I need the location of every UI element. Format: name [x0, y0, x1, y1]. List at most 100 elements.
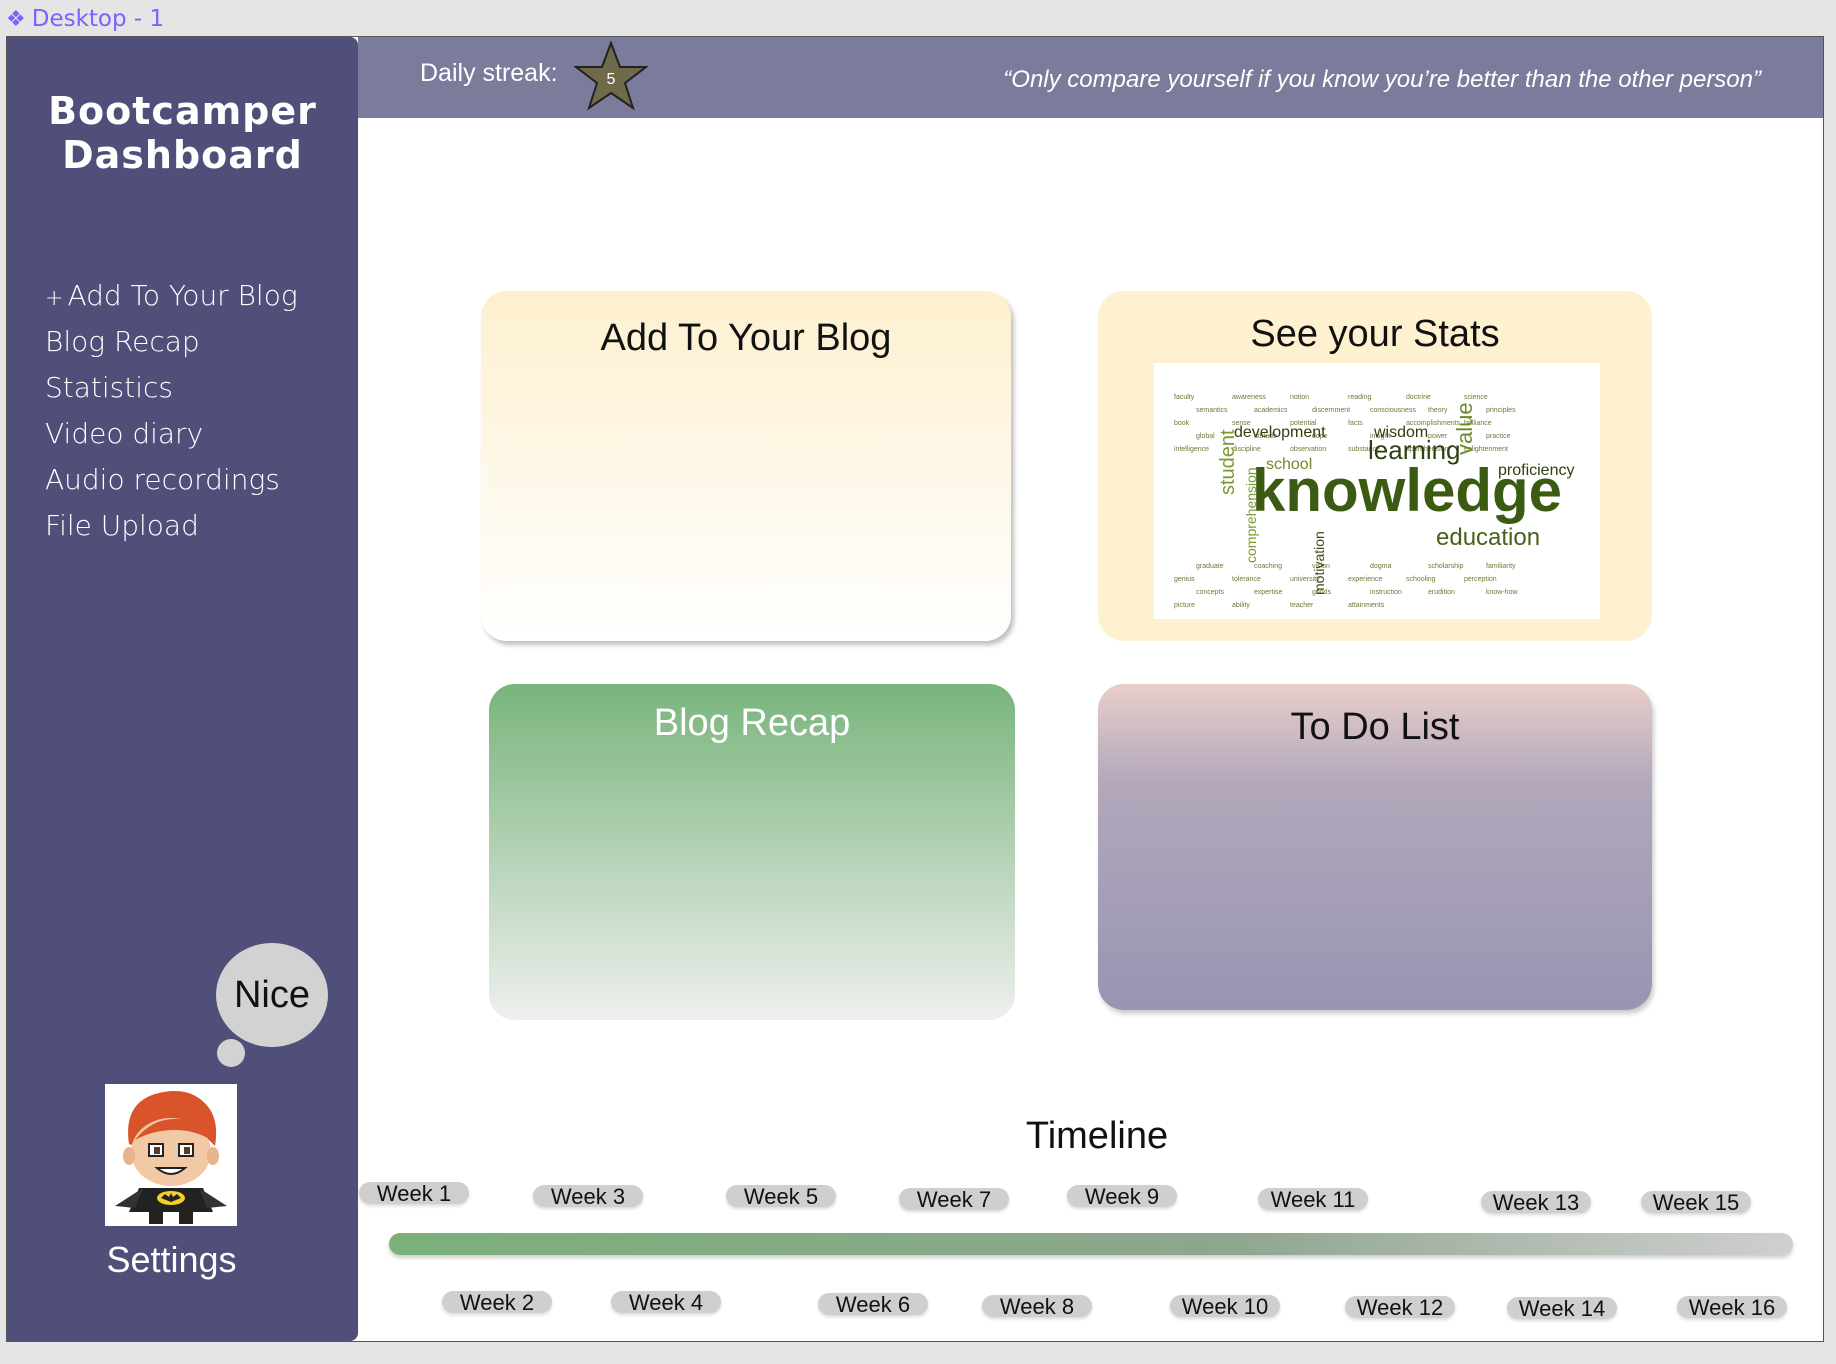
card-title: Blog Recap	[653, 702, 851, 744]
timeline-week-8[interactable]: Week 8	[982, 1295, 1092, 1319]
word-cloud-small-word: familiarity	[1486, 563, 1516, 570]
app-title: Bootcamper Dashboard	[48, 89, 317, 177]
word-cloud-small-word: dogma	[1370, 563, 1392, 570]
word-school: school	[1266, 456, 1312, 473]
timeline-week-4[interactable]: Week 4	[611, 1291, 721, 1315]
word-development: development	[1234, 424, 1326, 441]
word-student: student	[1217, 429, 1239, 495]
word-cloud-small-word: genius	[1174, 576, 1195, 583]
avatar[interactable]	[105, 1084, 237, 1226]
card-title: Add To Your Blog	[600, 317, 892, 359]
word-cloud-small-word: semantics	[1196, 407, 1228, 414]
word-cloud-small-word: coaching	[1254, 563, 1282, 570]
frame-label: ❖ Desktop - 1	[6, 6, 164, 32]
component-icon: ❖	[6, 7, 26, 32]
word-proficiency: proficiency	[1498, 462, 1574, 479]
word-cloud-small-word: know-how	[1486, 589, 1518, 596]
plus-icon: +	[45, 286, 64, 311]
word-cloud-svg: faculty awareness notion reading doctrine sci…	[1174, 394, 1574, 609]
cartoon-avatar-icon	[115, 1091, 227, 1224]
word-cloud-small-word: global	[1196, 433, 1215, 440]
add-to-blog-card[interactable]: Add To Your Blog	[481, 291, 1011, 641]
word-comprehension: comprehension	[1243, 467, 1259, 563]
word-cloud-small-word: erudition	[1428, 589, 1455, 596]
word-wisdom: wisdom	[1373, 424, 1428, 441]
word-cloud-small-word: theory	[1428, 407, 1448, 414]
timeline-week-13[interactable]: Week 13	[1481, 1191, 1591, 1215]
word-cloud-small-word: graduate	[1196, 563, 1224, 570]
word-cloud-small-word: principles	[1486, 407, 1516, 414]
word-cloud-small-word: faculty	[1174, 394, 1195, 401]
header-bar: Daily streak: 5 “Only compare yourself i…	[358, 37, 1823, 118]
todo-list-card[interactable]: To Do List	[1098, 684, 1652, 1010]
speech-bubble: Nice	[216, 943, 328, 1047]
word-cloud-small-word: academics	[1254, 407, 1288, 414]
word-cloud-small-word: perception	[1464, 576, 1497, 583]
sidebar-item-video-diary[interactable]: Video diary	[45, 411, 298, 457]
timeline-week-6[interactable]: Week 6	[818, 1293, 928, 1317]
word-cloud-small-word: observation	[1290, 446, 1326, 453]
word-cloud-small-word: picture	[1174, 602, 1195, 609]
timeline-week-5[interactable]: Week 5	[726, 1185, 836, 1209]
word-cloud-small-word: schooling	[1406, 576, 1436, 583]
motivational-quote: “Only compare yourself if you know you’r…	[1003, 66, 1761, 93]
word-cloud-small-word: doctrine	[1406, 394, 1431, 401]
sidebar-item-add-to-your-blog[interactable]: + Add To Your Blog	[45, 273, 298, 319]
timeline-week-15[interactable]: Week 15	[1641, 1191, 1751, 1215]
desktop-frame: Bootcamper Dashboard + Add To Your Blog B…	[6, 36, 1824, 1342]
word-cloud-small-word: consciousness	[1370, 407, 1416, 414]
timeline-week-1[interactable]: Week 1	[359, 1182, 469, 1206]
word-value: value	[1452, 402, 1477, 455]
timeline-title: Timeline	[1025, 1115, 1169, 1157]
card-title: To Do List	[1290, 706, 1460, 748]
timeline-bar	[389, 1233, 1793, 1255]
word-cloud-small-word: concepts	[1196, 589, 1225, 596]
word-cloud-small-word: reading	[1348, 394, 1371, 401]
word-cloud-small-word: ability	[1232, 602, 1250, 609]
sidebar-item-file-upload[interactable]: File Upload	[45, 503, 298, 549]
timeline-week-7[interactable]: Week 7	[899, 1188, 1009, 1212]
word-cloud-small-word: teacher	[1290, 602, 1314, 609]
word-cloud-small-word: attainments	[1348, 602, 1385, 609]
settings-link[interactable]: Settings	[7, 1239, 336, 1281]
word-cloud-small-word: intelligence	[1174, 446, 1209, 453]
word-cloud-image: faculty awareness notion reading doctrine sci…	[1154, 363, 1600, 619]
sidebar-item-label: Add To Your Blog	[67, 279, 298, 312]
word-cloud-small-word: science	[1464, 394, 1488, 401]
daily-streak-label: Daily streak:	[420, 59, 558, 87]
word-cloud-small-word: practice	[1486, 433, 1511, 440]
timeline-week-11[interactable]: Week 11	[1258, 1188, 1368, 1212]
word-cloud-small-word: instruction	[1370, 589, 1402, 596]
timeline-week-14[interactable]: Week 14	[1507, 1297, 1617, 1321]
timeline-week-2[interactable]: Week 2	[442, 1291, 552, 1315]
word-cloud-small-word: awareness	[1232, 394, 1266, 401]
sidebar-item-blog-recap[interactable]: Blog Recap	[45, 319, 298, 365]
word-education: education	[1436, 524, 1540, 551]
word-cloud-small-word: expertise	[1254, 589, 1283, 596]
word-motivation: motivation	[1311, 531, 1327, 595]
timeline-week-16[interactable]: Week 16	[1677, 1296, 1787, 1320]
daily-streak-value: 5	[607, 71, 616, 88]
timeline-week-9[interactable]: Week 9	[1067, 1185, 1177, 1209]
timeline-week-12[interactable]: Week 12	[1345, 1296, 1455, 1320]
timeline-week-3[interactable]: Week 3	[533, 1185, 643, 1209]
sidebar-item-audio-recordings[interactable]: Audio recordings	[45, 457, 298, 503]
word-cloud-small-word: experience	[1348, 576, 1382, 583]
word-cloud-small-word: tolerance	[1232, 576, 1261, 583]
card-title: See your Stats	[1250, 313, 1500, 355]
sidebar: Bootcamper Dashboard + Add To Your Blog B…	[7, 37, 358, 1341]
word-cloud-small-word: facts	[1348, 420, 1363, 427]
sidebar-nav: + Add To Your Blog Blog Recap Statistics …	[45, 273, 298, 549]
star-icon: 5	[574, 41, 648, 111]
frame-label-text: Desktop - 1	[31, 6, 165, 32]
timeline-week-10[interactable]: Week 10	[1170, 1295, 1280, 1319]
see-stats-card[interactable]: See your Stats faculty awareness notion rea…	[1098, 291, 1652, 641]
word-cloud-small-word: scholarship	[1428, 563, 1464, 570]
blog-recap-card[interactable]: Blog Recap	[489, 684, 1015, 1020]
word-cloud-small-word: notion	[1290, 394, 1309, 401]
speech-bubble-tail	[217, 1039, 245, 1067]
speech-bubble-text: Nice	[233, 973, 311, 1016]
word-cloud-small-word: discernment	[1312, 407, 1350, 414]
word-cloud-small-word: book	[1174, 420, 1190, 427]
sidebar-item-statistics[interactable]: Statistics	[45, 365, 298, 411]
